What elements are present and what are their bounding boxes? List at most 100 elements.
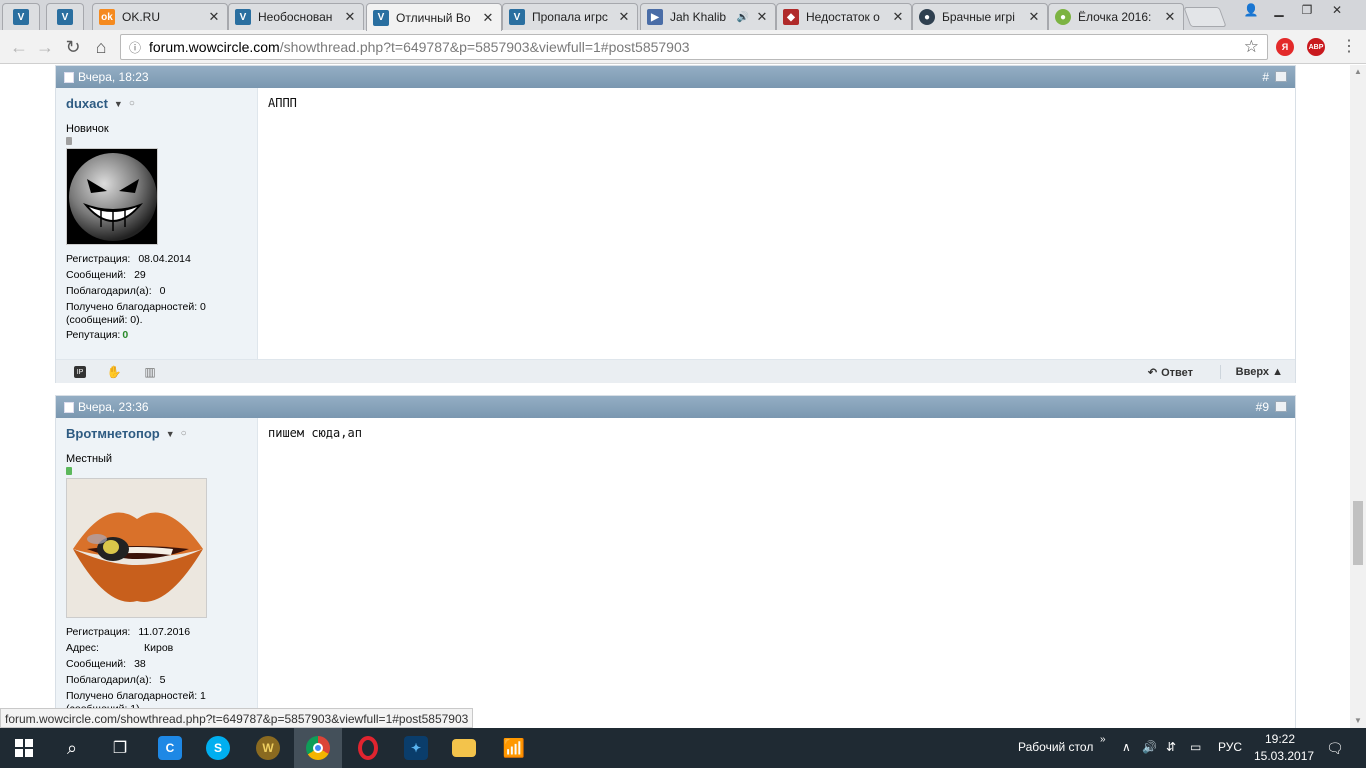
reply-arrow-icon: ↶	[1147, 367, 1158, 379]
post-footer: IP ✋ ▥ ↶ Ответ Вверх ▲	[56, 359, 1295, 383]
restore-icon[interactable]: ❐	[1294, 0, 1320, 20]
user-info-panel: Вротмнетопор ▼ ○ Местный Регистрация: 11…	[56, 418, 258, 728]
tab-4[interactable]: V Необоснован ✕	[228, 3, 364, 30]
browser-toolbar: ← → ↻ ⌂ ⓘ forum.wowcircle.com/showthread…	[0, 30, 1366, 64]
lips-bee-avatar[interactable]	[66, 478, 207, 618]
wowcircle-icon: V	[57, 9, 73, 25]
ip-icon[interactable]: IP	[74, 366, 86, 378]
apple-icon: ●	[1055, 9, 1071, 25]
post-document-icon	[64, 71, 74, 83]
url-path: /showthread.php?t=649787&p=5857903&viewf…	[279, 39, 690, 55]
post-number-link[interactable]: #9	[1256, 400, 1269, 414]
post-header: Вчера, 18:23 #	[56, 66, 1295, 88]
clock-time[interactable]: 19:22	[1265, 732, 1295, 746]
taskbar-battlenet[interactable]: ✦	[392, 728, 440, 768]
task-view-icon[interactable]: ❐	[96, 728, 144, 768]
speaker-icon[interactable]: 🔊	[737, 12, 749, 23]
page-scrollbar[interactable]: ▲ ▼	[1350, 65, 1366, 728]
usb-icon[interactable]: ⇵	[1166, 740, 1176, 754]
post-message: пишем сюда,ап	[268, 426, 362, 440]
user-profile-icon[interactable]: 👤	[1238, 0, 1264, 20]
close-icon[interactable]: ✕	[343, 9, 357, 25]
tab-strip: V V ok OK.RU ✕ V Необоснован ✕ V Отличный Во ✕…	[0, 0, 1366, 31]
tab-8[interactable]: ◆ Недостаток о ✕	[776, 3, 912, 30]
taskbar-skype[interactable]: S	[194, 728, 242, 768]
scroll-up-arrow-icon[interactable]: ▲	[1350, 65, 1366, 79]
user-menu-dropdown-icon[interactable]: ▼	[114, 99, 123, 109]
tab-10[interactable]: ● Ёлочка 2016: ✕	[1048, 3, 1184, 30]
taskbar-opera[interactable]	[344, 728, 392, 768]
reputation-bar-icon	[66, 467, 72, 475]
thanks-icon[interactable]: ✋	[107, 365, 122, 379]
username-link[interactable]: duxact	[66, 96, 108, 111]
start-button[interactable]	[0, 728, 48, 768]
toolbar-expand-icon[interactable]: »	[1100, 734, 1106, 745]
taskbar-wow[interactable]: W	[244, 728, 292, 768]
page-content: Вчера, 18:23 # duxact ▼ ○ Новичок Регист…	[0, 65, 1350, 728]
scroll-down-arrow-icon[interactable]: ▼	[1350, 714, 1366, 728]
new-tab-button[interactable]	[1183, 7, 1227, 27]
close-icon[interactable]: ✕	[1027, 9, 1041, 25]
user-stats: Регистрация: 11.07.2016 Адрес: Киров Сообщ…	[66, 626, 206, 715]
menu-icon[interactable]: ⋮	[1338, 37, 1360, 57]
tab-9[interactable]: ● Брачные игрі ✕	[912, 3, 1048, 30]
post-message: АППП	[268, 96, 297, 110]
post-header: Вчера, 23:36 #9	[56, 396, 1295, 418]
user-rank: Местный	[66, 453, 113, 465]
network-icon[interactable]: ▭	[1190, 740, 1201, 754]
language-indicator[interactable]: РУС	[1218, 740, 1242, 754]
home-icon[interactable]: ⌂	[90, 37, 112, 57]
evil-smiley-avatar[interactable]	[66, 148, 158, 245]
post-select-checkbox[interactable]	[1275, 401, 1287, 412]
forward-arrow-icon[interactable]: →	[34, 37, 56, 57]
desktop-toolbar-label[interactable]: Рабочий стол	[1018, 740, 1093, 754]
footer-divider	[1220, 365, 1221, 379]
post-date: Вчера, 18:23	[78, 70, 149, 84]
back-arrow-icon[interactable]: ←	[8, 37, 30, 57]
reply-button[interactable]: ↶ Ответ	[1147, 366, 1193, 380]
tab-3[interactable]: ok OK.RU ✕	[92, 3, 228, 30]
url-host: forum.wowcircle.com	[149, 39, 280, 55]
user-info-panel: duxact ▼ ○ Новичок Регистрация: 08.04.20…	[56, 88, 258, 359]
address-bar[interactable]: ⓘ forum.wowcircle.com/showthread.php?t=6…	[120, 34, 1268, 60]
user-rank: Новичок	[66, 123, 109, 135]
reload-icon[interactable]: ↻	[62, 37, 84, 57]
volume-icon[interactable]: 🔊	[1142, 740, 1157, 754]
wowcircle-icon: V	[373, 9, 389, 26]
tab-6[interactable]: V Пропала игрс ✕	[502, 3, 638, 30]
tab-1[interactable]: V	[2, 3, 40, 30]
close-icon[interactable]: ✕	[891, 9, 905, 25]
yandex-extension-icon[interactable]: Я	[1276, 38, 1294, 56]
scroll-top-button[interactable]: Вверх ▲	[1236, 366, 1283, 378]
taskbar-app-1[interactable]: C	[146, 728, 194, 768]
report-icon[interactable]: ▥	[144, 365, 156, 379]
clock-date[interactable]: 15.03.2017	[1254, 749, 1314, 763]
search-icon[interactable]: ⌕	[48, 728, 96, 768]
taskbar-explorer[interactable]	[440, 728, 488, 768]
close-icon[interactable]: ✕	[755, 9, 769, 25]
evil-smiley-image	[69, 153, 157, 241]
tab-5-active[interactable]: V Отличный Во ✕	[366, 3, 502, 31]
wowcircle-icon: V	[509, 9, 525, 25]
notifications-icon[interactable]: 🗨	[1326, 740, 1344, 757]
tray-chevron-icon[interactable]: ∧	[1122, 740, 1131, 754]
close-icon[interactable]: ✕	[617, 9, 631, 25]
close-icon[interactable]: ✕	[1163, 9, 1177, 25]
taskbar-network-app[interactable]: 📶	[490, 728, 538, 768]
adblock-extension-icon[interactable]: ABP	[1307, 38, 1325, 56]
scrollbar-thumb[interactable]	[1353, 501, 1363, 565]
post-select-checkbox[interactable]	[1275, 71, 1287, 82]
post-number-link[interactable]: #	[1262, 70, 1269, 84]
close-icon[interactable]: ✕	[481, 10, 495, 26]
page-info-icon[interactable]: ⓘ	[121, 39, 149, 56]
reputation-bar-icon	[66, 137, 72, 145]
user-menu-dropdown-icon[interactable]: ▼	[166, 429, 175, 439]
username-link[interactable]: Вротмнетопор	[66, 426, 160, 441]
close-window-icon[interactable]: ✕	[1324, 0, 1350, 20]
tab-2[interactable]: V	[46, 3, 84, 30]
taskbar-chrome[interactable]	[294, 728, 342, 768]
bookmark-star-icon[interactable]: ☆	[1244, 37, 1259, 57]
close-icon[interactable]: ✕	[207, 9, 221, 25]
tab-7[interactable]: ▶ Jah Khalib 🔊 ✕	[640, 3, 776, 30]
minimize-icon[interactable]: ▁	[1266, 0, 1292, 20]
